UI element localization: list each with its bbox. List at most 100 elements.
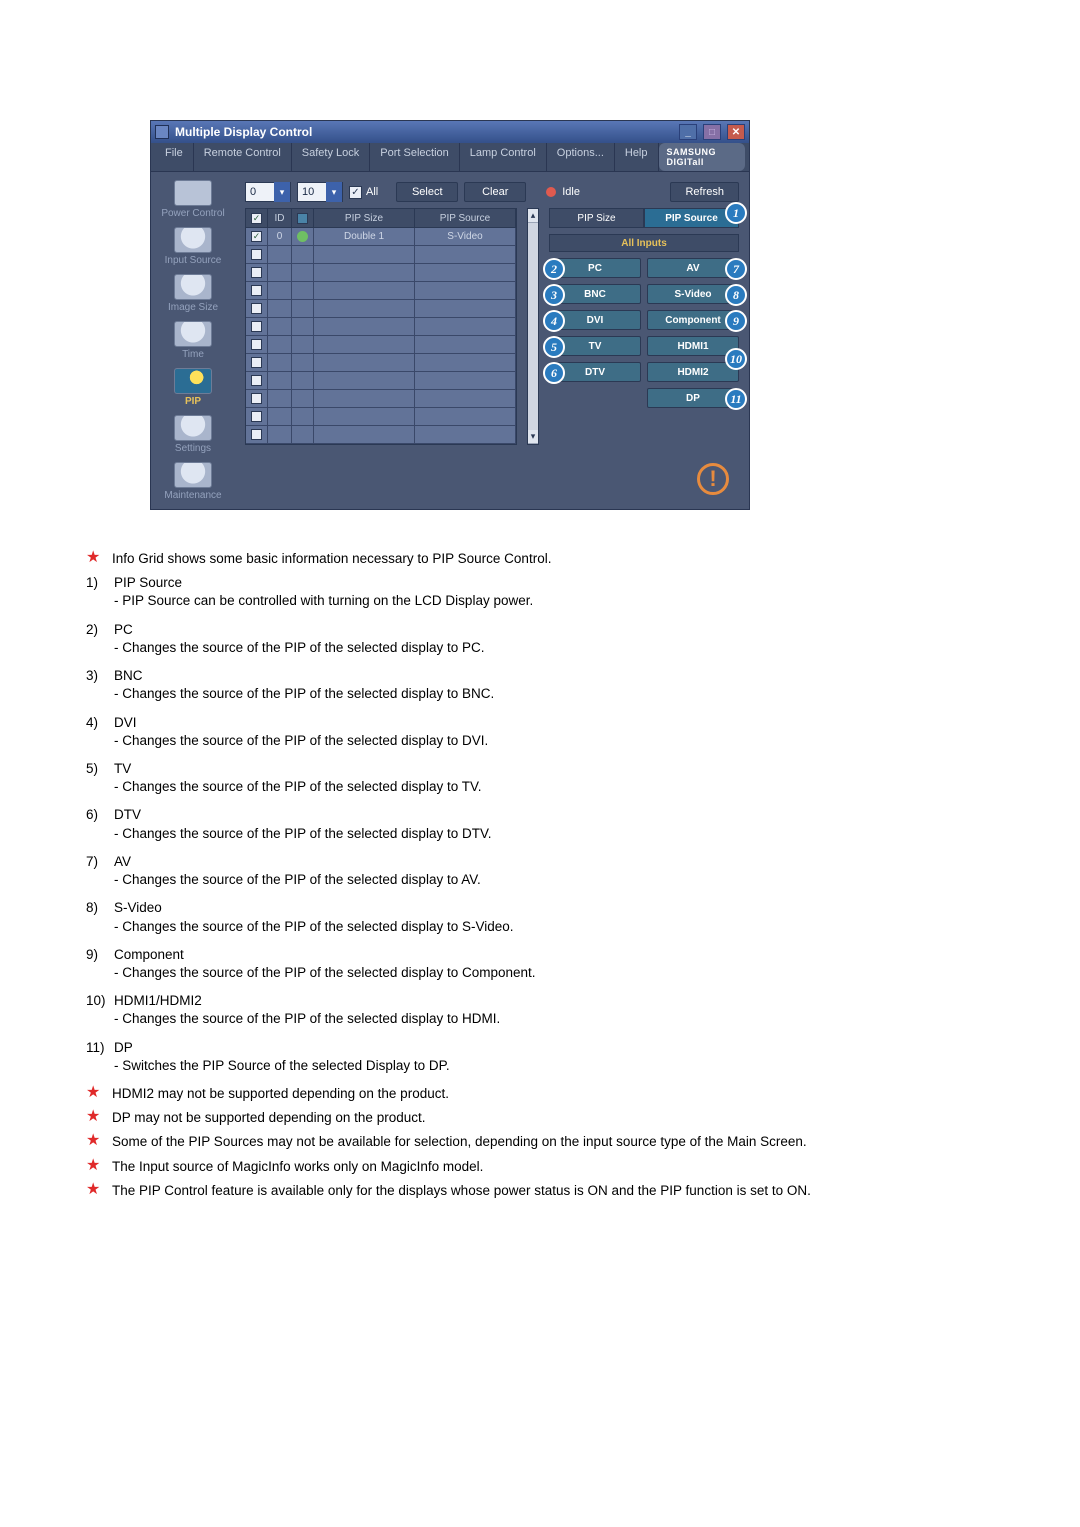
all-inputs-header: All Inputs bbox=[549, 234, 739, 252]
list-item: 2)PC- Changes the source of the PIP of t… bbox=[86, 621, 994, 657]
doc-body: ★ Info Grid shows some basic information… bbox=[86, 550, 994, 1200]
checkbox-icon[interactable] bbox=[251, 213, 262, 224]
sidebar-item-maintenance[interactable]: Maintenance bbox=[156, 460, 230, 503]
sidebar-item-input-source[interactable]: Input Source bbox=[156, 225, 230, 268]
callout-4: 4 bbox=[543, 310, 565, 332]
note: ★Some of the PIP Sources may not be avai… bbox=[86, 1133, 994, 1151]
table-row bbox=[246, 300, 516, 318]
hdmi2-button[interactable]: HDMI2 bbox=[647, 362, 739, 382]
list-item: 4)DVI- Changes the source of the PIP of … bbox=[86, 714, 994, 750]
titlebar: Multiple Display Control _ □ ✕ bbox=[151, 121, 749, 143]
refresh-button[interactable]: Refresh bbox=[670, 182, 739, 202]
list-item: 11)DP- Switches the PIP Source of the se… bbox=[86, 1039, 994, 1075]
list-item: 3)BNC- Changes the source of the PIP of … bbox=[86, 667, 994, 703]
col-pip-size: PIP Size bbox=[314, 209, 415, 227]
callout-5: 5 bbox=[543, 336, 565, 358]
to-select[interactable]: 10▾ bbox=[297, 182, 343, 202]
sidebar-item-image-size[interactable]: Image Size bbox=[156, 272, 230, 315]
star-icon: ★ bbox=[86, 1109, 102, 1127]
list-item: 8)S-Video- Changes the source of the PIP… bbox=[86, 899, 994, 935]
callout-3: 3 bbox=[543, 284, 565, 306]
list-item: 5)TV- Changes the source of the PIP of t… bbox=[86, 760, 994, 796]
menu-help[interactable]: Help bbox=[615, 143, 659, 171]
sidebar-item-power-control[interactable]: Power Control bbox=[156, 178, 230, 221]
table-row[interactable]: 0 Double 1 S-Video bbox=[246, 228, 516, 246]
table-row bbox=[246, 354, 516, 372]
app-window: Multiple Display Control _ □ ✕ File Remo… bbox=[150, 120, 750, 510]
clear-button[interactable]: Clear bbox=[464, 182, 526, 202]
star-icon: ★ bbox=[86, 1085, 102, 1103]
callout-6: 6 bbox=[543, 362, 565, 384]
list-item: 1)PIP Source- PIP Source can be controll… bbox=[86, 574, 994, 610]
col-check bbox=[246, 209, 268, 227]
maintenance-icon bbox=[174, 462, 212, 488]
sidebar: Power Control Input Source Image Size Ti… bbox=[151, 172, 235, 509]
info-grid: ID PIP Size PIP Source 0 Double 1 S-Vide… bbox=[245, 208, 517, 445]
menu-port-selection[interactable]: Port Selection bbox=[370, 143, 459, 171]
status-indicator-icon bbox=[297, 231, 308, 242]
menu-file[interactable]: File bbox=[155, 143, 194, 171]
table-row bbox=[246, 408, 516, 426]
list-item: 7)AV- Changes the source of the PIP of t… bbox=[86, 853, 994, 889]
table-row bbox=[246, 264, 516, 282]
chevron-down-icon: ▾ bbox=[274, 182, 290, 202]
list-item: 9)Component- Changes the source of the P… bbox=[86, 946, 994, 982]
callout-11: 11 bbox=[725, 388, 747, 410]
note-intro: ★ Info Grid shows some basic information… bbox=[86, 550, 994, 568]
menu-safety-lock[interactable]: Safety Lock bbox=[292, 143, 370, 171]
window-title: Multiple Display Control bbox=[175, 125, 312, 139]
status-dot-icon bbox=[546, 187, 556, 197]
table-row bbox=[246, 372, 516, 390]
power-icon bbox=[174, 180, 212, 206]
list-item: 6)DTV- Changes the source of the PIP of … bbox=[86, 806, 994, 842]
table-row bbox=[246, 390, 516, 408]
callout-2: 2 bbox=[543, 258, 565, 280]
menu-lamp-control[interactable]: Lamp Control bbox=[460, 143, 547, 171]
col-indicator bbox=[292, 209, 314, 227]
image-size-icon bbox=[174, 274, 212, 300]
grid-scrollbar[interactable]: ▴ ▾ bbox=[527, 208, 539, 445]
table-row bbox=[246, 318, 516, 336]
minimize-button[interactable]: _ bbox=[679, 124, 697, 140]
list-item: 10)HDMI1/HDMI2- Changes the source of th… bbox=[86, 992, 994, 1028]
maximize-button[interactable]: □ bbox=[703, 124, 721, 140]
sidebar-item-pip[interactable]: PIP bbox=[156, 366, 230, 409]
sidebar-item-time[interactable]: Time bbox=[156, 319, 230, 362]
note: ★The PIP Control feature is available on… bbox=[86, 1182, 994, 1200]
tab-pip-size[interactable]: PIP Size bbox=[549, 208, 644, 228]
hdmi1-button[interactable]: HDMI1 bbox=[647, 336, 739, 356]
table-row bbox=[246, 246, 516, 264]
table-row bbox=[246, 336, 516, 354]
scroll-down-icon[interactable]: ▾ bbox=[528, 430, 538, 444]
callout-10: 10 bbox=[725, 348, 747, 370]
app-icon bbox=[155, 125, 169, 139]
row-checkbox[interactable] bbox=[251, 231, 262, 242]
star-icon: ★ bbox=[86, 1182, 102, 1200]
chevron-down-icon: ▾ bbox=[326, 182, 342, 202]
idle-status: Idle bbox=[546, 186, 580, 198]
indicator-icon bbox=[297, 213, 308, 224]
note: ★HDMI2 may not be supported depending on… bbox=[86, 1085, 994, 1103]
sidebar-item-settings[interactable]: Settings bbox=[156, 413, 230, 456]
table-row bbox=[246, 282, 516, 300]
brand-badge: SAMSUNG DIGITall bbox=[659, 143, 746, 171]
star-icon: ★ bbox=[86, 550, 102, 568]
col-id: ID bbox=[268, 209, 292, 227]
callout-7: 7 bbox=[725, 258, 747, 280]
callout-8: 8 bbox=[725, 284, 747, 306]
menu-options[interactable]: Options... bbox=[547, 143, 615, 171]
callout-9: 9 bbox=[725, 310, 747, 332]
warning-icon: ! bbox=[697, 463, 729, 495]
col-pip-source: PIP Source bbox=[415, 209, 516, 227]
menubar: File Remote Control Safety Lock Port Sel… bbox=[151, 143, 749, 172]
scroll-up-icon[interactable]: ▴ bbox=[528, 209, 538, 223]
table-row bbox=[246, 426, 516, 444]
star-icon: ★ bbox=[86, 1158, 102, 1176]
from-select[interactable]: 0▾ bbox=[245, 182, 291, 202]
close-button[interactable]: ✕ bbox=[727, 124, 745, 140]
callout-1: 1 bbox=[725, 202, 747, 224]
menu-remote-control[interactable]: Remote Control bbox=[194, 143, 292, 171]
select-button[interactable]: Select bbox=[396, 182, 458, 202]
all-checkbox[interactable]: ✓All bbox=[349, 186, 378, 199]
time-icon bbox=[174, 321, 212, 347]
